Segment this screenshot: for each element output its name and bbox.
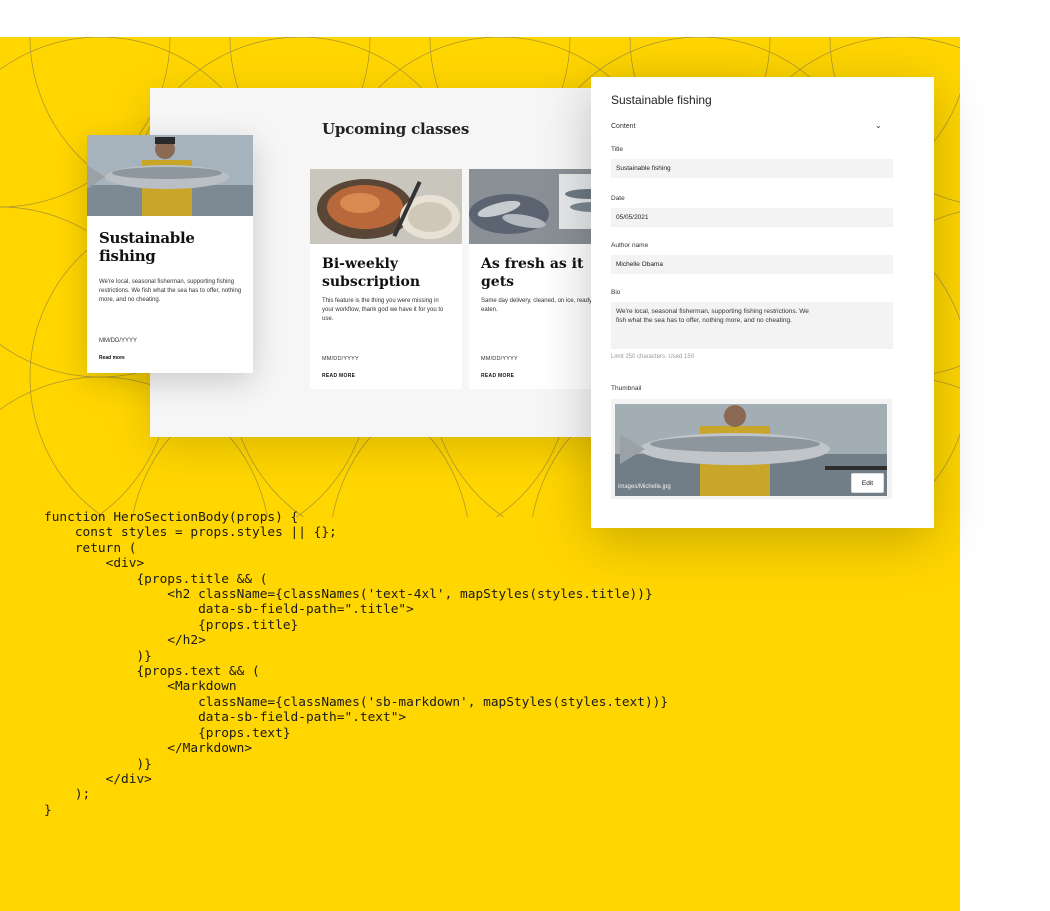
date-label: Date	[611, 195, 625, 202]
card-date: MM/DD/YYYY	[322, 356, 359, 362]
content-section-toggle[interactable]: Content	[611, 123, 636, 130]
fisherman-image	[87, 135, 253, 216]
code-snippet: function HeroSectionBody(props) { const …	[44, 510, 669, 818]
card-description: This feature is the thing you were missi…	[322, 298, 444, 322]
character-count-hint: Limit 250 characters. Used 150	[611, 354, 695, 360]
card-date: MM/DD/YYYY	[481, 356, 518, 362]
edit-button[interactable]: Edit	[851, 473, 884, 493]
card-title: Bi-weekly subscription	[322, 256, 421, 290]
bio-textarea[interactable]: We're local, seasonal fisherman, support…	[611, 302, 893, 349]
card-description: We're local, seasonal fisherman, support…	[99, 279, 242, 303]
featured-card[interactable]: Sustainable fishing We're local, seasona…	[87, 135, 253, 373]
section-heading: Upcoming classes	[322, 120, 470, 138]
title-label: Title	[611, 146, 624, 153]
read-more-link[interactable]: Read more	[99, 355, 125, 361]
card-date: MM/DD/YYYY	[99, 338, 138, 344]
thumbnail-path: images/Michelle.jpg	[618, 484, 671, 490]
card-title: Sustainable fishing	[99, 229, 195, 265]
thumbnail-label: Thumbnail	[611, 385, 642, 392]
panel-title: Sustainable fishing	[611, 93, 712, 107]
chevron-down-icon[interactable]: ⌄	[875, 121, 882, 130]
editor-panel: Sustainable fishing Content ⌄ Title Sust…	[591, 77, 934, 528]
thumbnail-field[interactable]: images/Michelle.jpg Edit	[611, 399, 892, 499]
bio-label: Bio	[611, 289, 621, 296]
date-field[interactable]: 05/05/2021	[611, 208, 893, 227]
thumbnail-image	[615, 404, 887, 496]
read-more-link[interactable]: READ MORE	[481, 373, 514, 379]
food-image	[310, 169, 462, 244]
bio-text: We're local, seasonal fisherman, support…	[616, 308, 809, 324]
author-field[interactable]: Michelle Obama	[611, 255, 893, 274]
read-more-link[interactable]: READ MORE	[322, 373, 355, 379]
author-label: Author name	[611, 242, 649, 249]
class-card[interactable]: Bi-weekly subscription This feature is t…	[310, 169, 462, 389]
title-field[interactable]: Sustainable fishing	[611, 159, 893, 178]
